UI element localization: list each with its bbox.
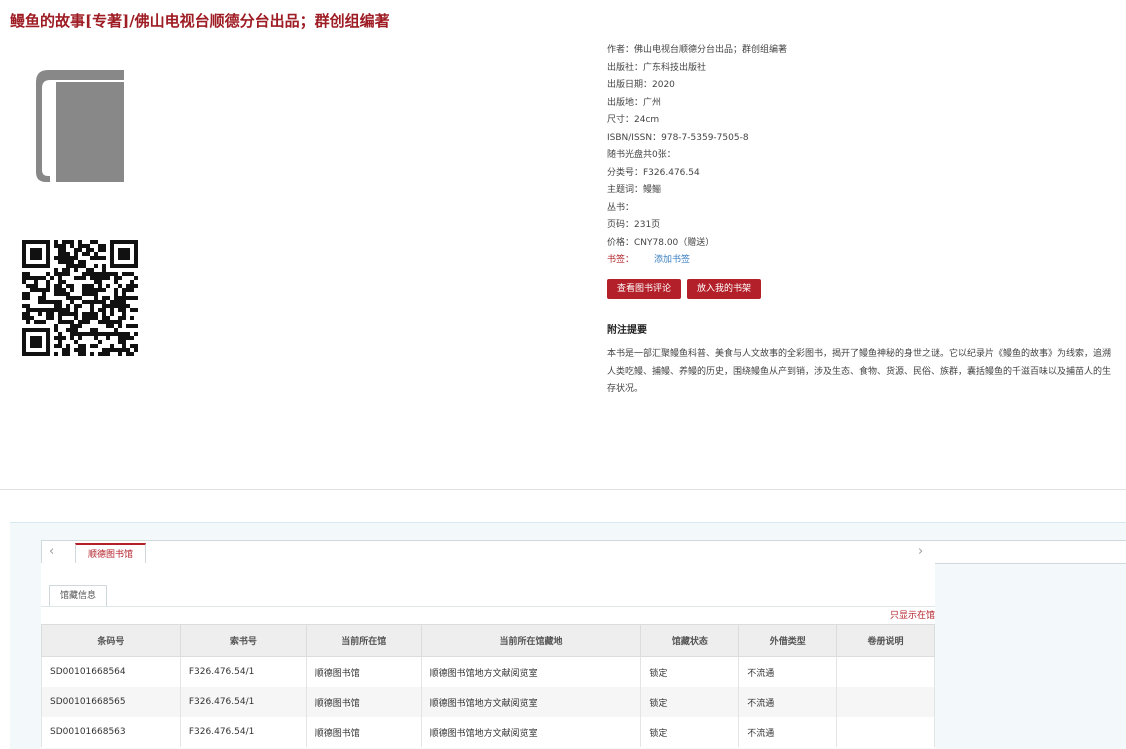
meta-bookmark: 书签： 添加书签 [607, 252, 787, 270]
tab-shunde-library[interactable]: 顺德图书馆 [75, 543, 147, 565]
notes-text: 本书是一部汇聚鳗鱼科普、美食与人文故事的全彩图书，揭开了鳗鱼神秘的身世之谜。它以… [607, 349, 1112, 394]
cell-library: 顺德图书馆 [305, 717, 422, 747]
tab-scroll-right-icon[interactable]: › [918, 541, 923, 563]
cell-status: 锁定 [640, 717, 740, 747]
cell-location: 顺德图书馆地方文献阅览室 [420, 717, 642, 747]
cell-library: 顺德图书馆 [305, 656, 422, 687]
cell-library: 顺德图书馆 [305, 687, 422, 717]
meta-disc: 随书光盘共0张： [607, 150, 676, 160]
meta-series: 丛书： [607, 202, 635, 213]
notes-heading: 附注提要 [607, 325, 647, 336]
cell-volume-note [836, 687, 935, 717]
cell-call-number: F326.476.54/1 [179, 687, 307, 717]
meta-isbn: ISBN/ISSN：978-7-5359-7505-8 [607, 132, 749, 143]
cell-status: 锁定 [640, 656, 740, 687]
cell-loan-type: 不流通 [738, 656, 838, 687]
cell-call-number: F326.476.54/1 [179, 656, 307, 687]
cell-barcode: SD00101668565 [41, 687, 181, 717]
col-header-status: 馆藏状态 [640, 624, 740, 657]
col-header-loan-type: 外借类型 [738, 624, 838, 657]
book-title: 鳗鱼的故事[专著]/佛山电视台顺德分台出品；群创组编著 [10, 12, 390, 30]
view-reviews-button[interactable]: 查看图书评论 [607, 279, 682, 299]
meta-class-no: 分类号：F326.476.54 [607, 167, 700, 178]
holdings-table: 条码号 索书号 当前所在馆 当前所在馆藏地 馆藏状态 外借类型 卷册说明 SD0… [41, 624, 935, 747]
cell-location: 顺德图书馆地方文献阅览室 [420, 687, 642, 717]
cell-location: 顺德图书馆地方文献阅览室 [420, 656, 642, 687]
section-divider [0, 489, 1126, 490]
meta-subject: 主题词：鳗鲡 [607, 185, 662, 195]
book-metadata: 作者：佛山电视台顺德分台出品；群创组编著 出版社：广东科技出版社 出版日期：20… [607, 42, 787, 270]
cell-call-number: F326.476.54/1 [179, 717, 307, 747]
tab-holdings-info[interactable]: 馆藏信息 [49, 585, 108, 606]
meta-price: 价格：CNY78.00（赠送） [607, 237, 715, 248]
col-header-call-number: 索书号 [179, 624, 307, 657]
holdings-panel: 馆藏信息 只显示在馆 条码号 索书号 当前所在馆 当前所在馆藏地 馆藏状态 外借… [41, 563, 935, 748]
cell-barcode: SD00101668564 [41, 656, 181, 687]
cell-volume-note [836, 717, 935, 747]
only-in-library-link[interactable]: 只显示在馆 [890, 608, 935, 621]
meta-publisher: 出版社：广东科技出版社 [607, 62, 707, 73]
col-header-location: 当前所在馆藏地 [420, 624, 642, 657]
col-header-barcode: 条码号 [41, 624, 181, 657]
table-header-row: 条码号 索书号 当前所在馆 当前所在馆藏地 馆藏状态 外借类型 卷册说明 [41, 624, 935, 657]
book-cover-placeholder-icon [36, 70, 124, 182]
table-row: SD00101668564 F326.476.54/1 顺德图书馆 顺德图书馆地… [41, 656, 935, 687]
qr-code [22, 240, 138, 356]
col-header-volume-note: 卷册说明 [836, 624, 935, 657]
cell-status: 锁定 [640, 687, 740, 717]
meta-size: 尺寸：24cm [607, 115, 660, 125]
cell-loan-type: 不流通 [738, 687, 838, 717]
table-row: SD00101668565 F326.476.54/1 顺德图书馆 顺德图书馆地… [41, 687, 935, 717]
cell-volume-note [836, 656, 935, 687]
subtab-underline [41, 606, 935, 607]
meta-pages: 页码：231页 [607, 220, 661, 230]
library-tab-bar: ‹ 顺德图书馆 › [41, 540, 1126, 565]
tab-scroll-left-icon[interactable]: ‹ [49, 541, 54, 563]
cell-loan-type: 不流通 [738, 717, 838, 747]
cell-barcode: SD00101668563 [41, 717, 181, 747]
action-buttons: 查看图书评论 放入我的书架 [607, 276, 762, 299]
table-row: SD00101668563 F326.476.54/1 顺德图书馆 顺德图书馆地… [41, 717, 935, 747]
col-header-library: 当前所在馆 [305, 624, 422, 657]
bookmark-label: 书签： [607, 255, 635, 265]
meta-author: 作者：佛山电视台顺德分台出品；群创组编著 [607, 45, 788, 55]
add-to-shelf-button[interactable]: 放入我的书架 [687, 279, 762, 299]
meta-pub-place: 出版地：广州 [607, 97, 662, 108]
meta-pub-date: 出版日期：2020 [607, 80, 675, 90]
add-bookmark-link[interactable]: 添加书签 [654, 255, 690, 265]
